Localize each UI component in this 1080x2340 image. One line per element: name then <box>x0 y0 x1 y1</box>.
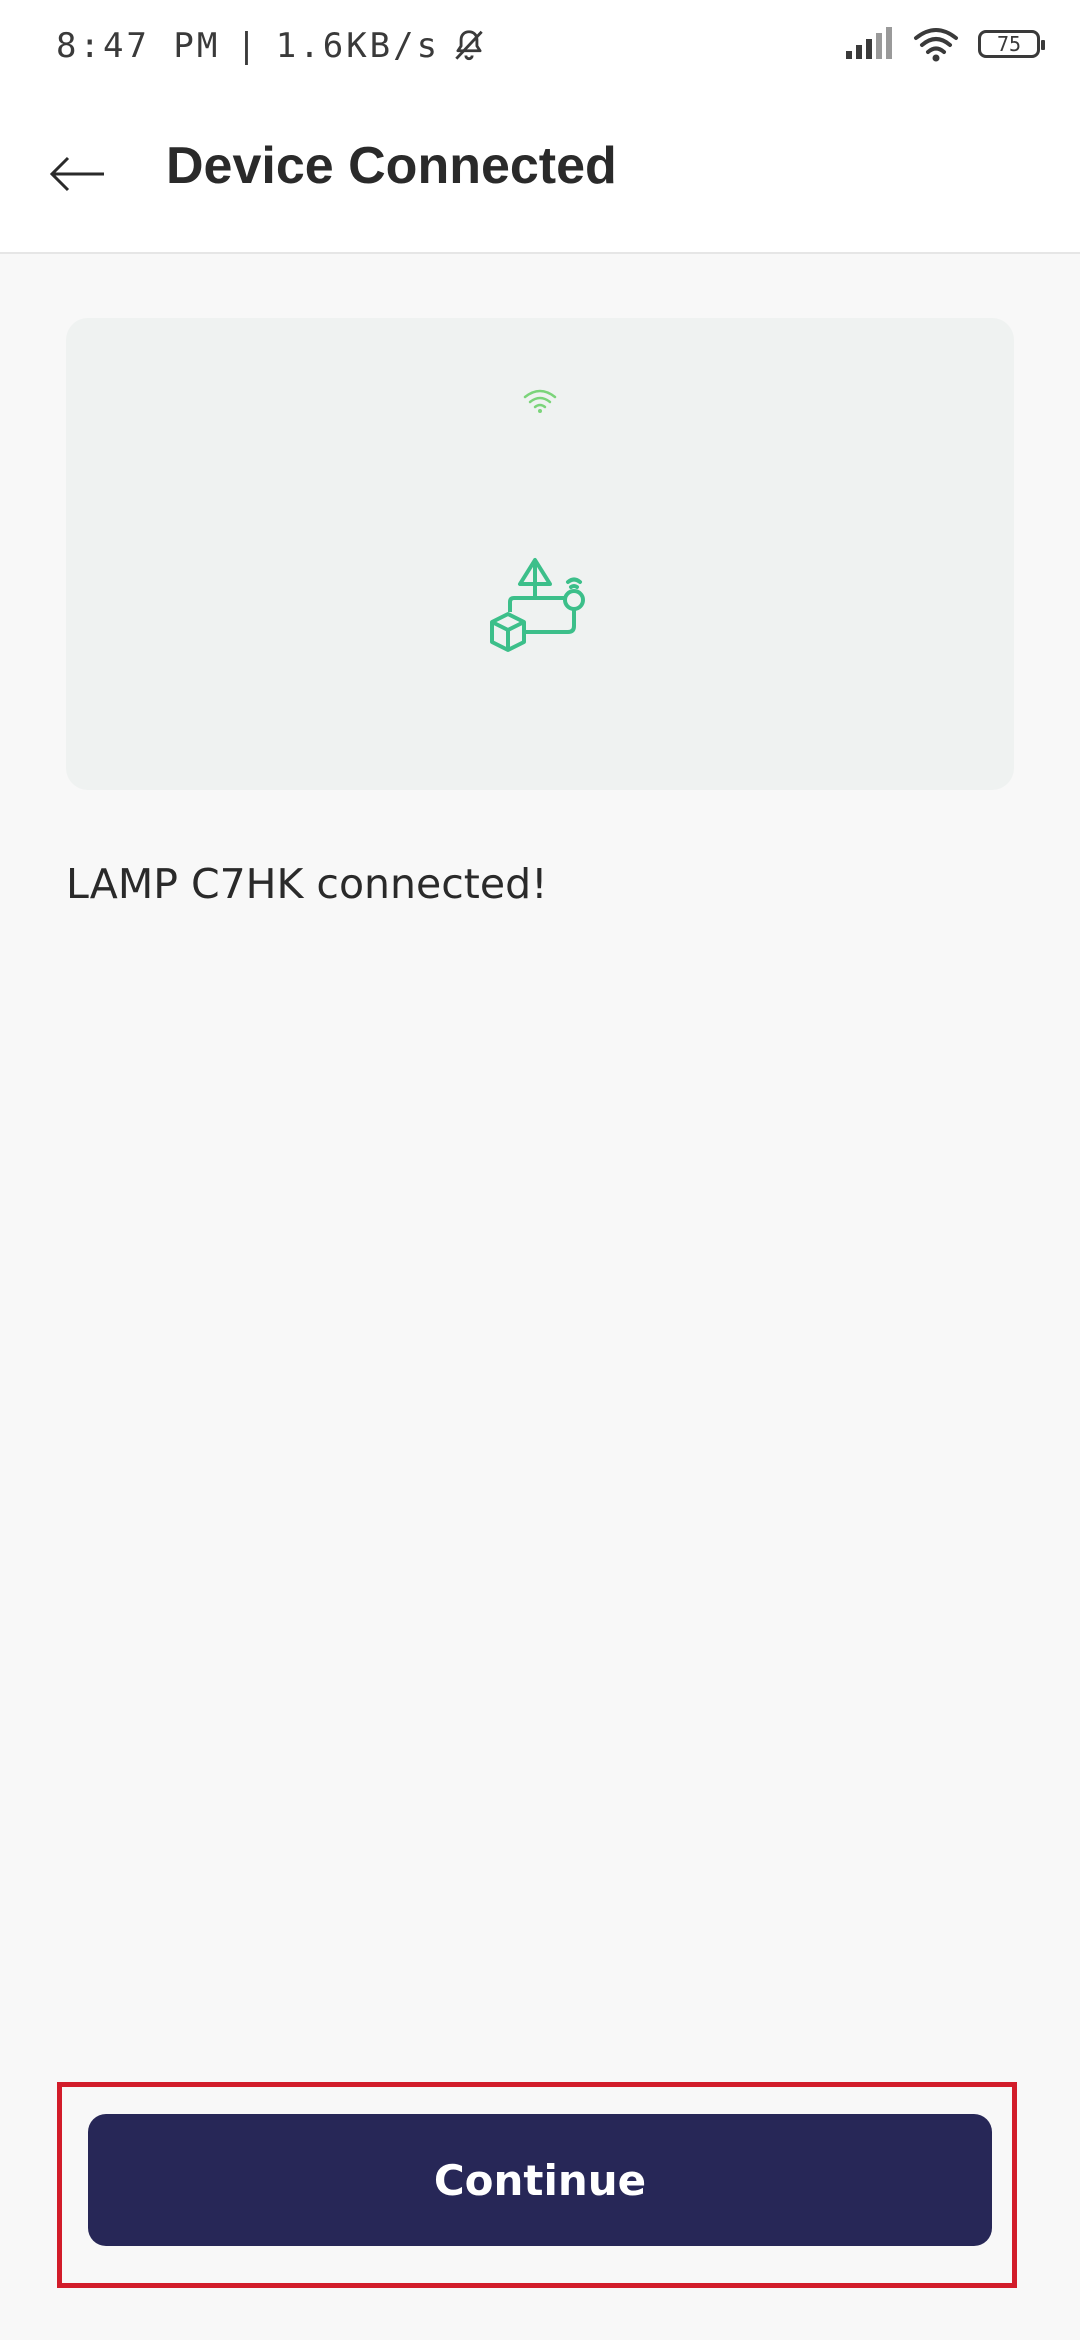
wifi-icon <box>523 389 557 413</box>
app-bar: Device Connected <box>0 96 1080 254</box>
status-left: 8:47 PM | 1.6KB/s <box>56 26 488 66</box>
status-separator: | <box>236 26 260 66</box>
status-time: 8:47 PM <box>56 26 221 66</box>
wifi-icon <box>914 28 958 62</box>
back-button[interactable] <box>40 136 116 212</box>
continue-button[interactable]: Continue <box>88 2114 992 2246</box>
battery-level: 75 <box>996 32 1022 56</box>
device-network-icon <box>490 558 585 652</box>
arrow-left-icon <box>49 156 104 192</box>
illustration-card <box>66 318 1014 790</box>
signal-icon <box>846 27 892 59</box>
battery-icon: 75 <box>978 30 1045 58</box>
status-network-speed: 1.6KB/s <box>275 26 441 66</box>
mute-icon <box>455 30 483 61</box>
connected-message: LAMP C7HK connected! <box>66 860 548 908</box>
status-bar: 8:47 PM | 1.6KB/s 75 <box>0 0 1080 96</box>
page-title: Device Connected <box>166 137 617 195</box>
status-right: 75 <box>844 26 1045 62</box>
